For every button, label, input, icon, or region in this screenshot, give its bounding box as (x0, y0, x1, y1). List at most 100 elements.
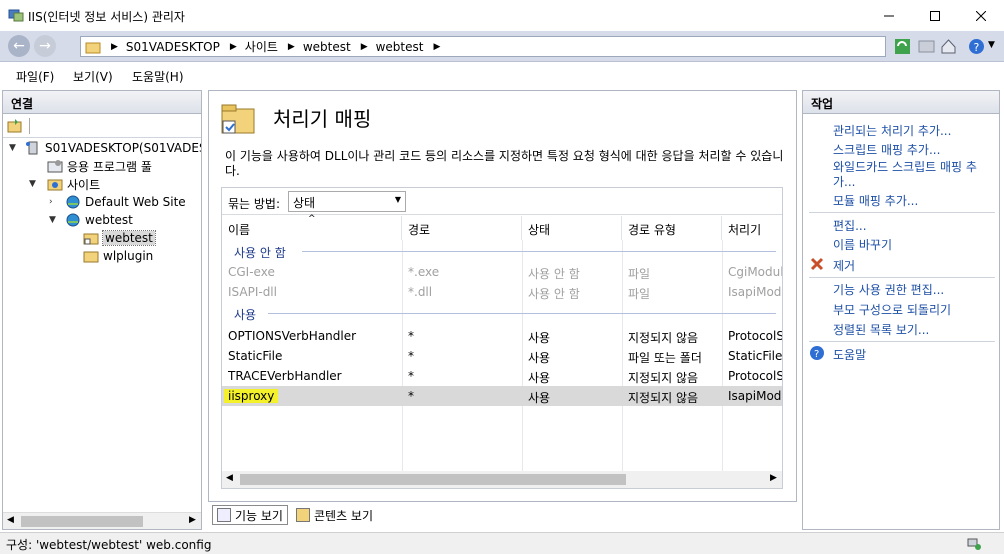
remove-x-icon (810, 257, 824, 271)
grid-horizontal-scrollbar[interactable]: ◀ ▶ (222, 471, 782, 488)
add-module-mapping-link[interactable]: 모듈 매핑 추가... (833, 192, 918, 209)
minimize-icon (884, 15, 894, 16)
table-row-selected[interactable]: iisproxy * 사용 지정되지 않음 IsapiModu (222, 386, 782, 406)
scrollbar-thumb[interactable] (21, 516, 143, 527)
table-row[interactable]: StaticFile * 사용 파일 또는 폴더 StaticFileM (222, 346, 782, 366)
view-tabs: 기능 보기 콘텐츠 보기 (208, 503, 797, 527)
close-icon (976, 10, 986, 21)
stop-icon[interactable] (918, 38, 935, 55)
group-header-disabled[interactable]: 사용 안 함 (234, 244, 286, 261)
revert-to-parent-link[interactable]: 부모 구성으로 되돌리기 (833, 301, 951, 318)
scrollbar-thumb[interactable] (240, 474, 626, 485)
actions-header: 작업 (803, 91, 999, 114)
forward-button[interactable]: → (34, 35, 56, 57)
toolbar-divider (29, 118, 30, 134)
tree-node-webtest-site[interactable]: webtest (65, 211, 133, 229)
tree-node-app-pools[interactable]: 응용 프로그램 풀 (47, 157, 152, 175)
scroll-left-icon[interactable]: ◀ (226, 473, 233, 483)
app-pool-icon (47, 160, 63, 173)
sort-ascending-icon: ^ (308, 214, 316, 224)
expand-icon[interactable]: › (49, 197, 53, 207)
home-icon[interactable] (940, 38, 957, 55)
menu-help[interactable]: 도움말(H) (132, 68, 184, 85)
folder-globe-icon (85, 42, 101, 53)
collapse-icon[interactable]: ▼ (49, 215, 56, 225)
maximize-button[interactable] (912, 0, 958, 31)
column-header-handler[interactable]: 처리기 (722, 216, 782, 240)
scroll-right-icon[interactable]: ▶ (770, 473, 777, 483)
edit-feature-permissions-link[interactable]: 기능 사용 권한 편집... (833, 281, 944, 298)
dropdown-arrow-icon: ▼ (394, 195, 401, 204)
feature-view-icon (217, 508, 231, 522)
breadcrumb-site[interactable]: webtest (303, 40, 351, 54)
breadcrumb-arrow-icon[interactable]: ▶ (230, 42, 237, 52)
svg-text:?: ? (814, 349, 819, 360)
tree-node-default-web-site[interactable]: Default Web Site (65, 193, 186, 211)
tree-node-sites[interactable]: 사이트 (47, 175, 100, 193)
table-row[interactable]: ISAPI-dll *.dll 사용 안 함 파일 IsapiModu (222, 282, 782, 302)
sites-folder-icon (47, 179, 63, 191)
add-wildcard-script-map-link-cont[interactable]: 가... (833, 173, 855, 190)
menu-file[interactable]: 파일(F) (16, 68, 54, 85)
remove-link[interactable]: 제거 (833, 257, 855, 274)
help-icon[interactable]: ? (968, 38, 985, 55)
column-header-name[interactable]: 이름 ^ (222, 214, 402, 240)
tree-node-webtest-app[interactable]: webtest (83, 229, 156, 247)
maximize-icon (930, 10, 940, 21)
breadcrumb-sites[interactable]: 사이트 (245, 38, 278, 55)
breadcrumb-arrow-icon[interactable]: ▶ (288, 42, 295, 52)
breadcrumb-server[interactable]: S01VADESKTOP (126, 40, 220, 54)
application-folder-icon (83, 233, 99, 245)
group-divider (268, 313, 776, 314)
window-title: IIS(인터넷 정보 서비스) 관리자 (28, 10, 185, 24)
handler-mappings-icon (221, 104, 255, 134)
column-header-path-type[interactable]: 경로 유형 (622, 216, 722, 240)
back-arrow-icon: ← (13, 38, 25, 54)
tab-content-view[interactable]: 콘텐츠 보기 (292, 505, 377, 525)
status-text: 구성: 'webtest/webtest' web.config (6, 538, 212, 552)
globe-icon (66, 213, 80, 227)
actions-pane: 작업 관리되는 처리기 추가... 스크립트 매핑 추가... 와일드카드 스크… (802, 90, 1000, 530)
feature-pane: 처리기 매핑 이 기능을 사용하여 DLL이나 관리 코드 등의 리소스를 지정… (208, 90, 797, 502)
connect-icon[interactable] (7, 118, 23, 134)
breadcrumb-app[interactable]: webtest (376, 40, 424, 54)
menu-bar: 파일(F) 보기(V) 도움말(H) (0, 62, 1004, 88)
group-by-select[interactable]: 상태 ▼ (288, 191, 406, 212)
collapse-icon[interactable]: ▼ (9, 143, 16, 153)
edit-link[interactable]: 편집... (833, 217, 867, 234)
back-button[interactable]: ← (8, 35, 30, 57)
column-header-path[interactable]: 경로 (402, 216, 522, 240)
help-icon: ? (810, 346, 824, 360)
breadcrumb-arrow-icon[interactable]: ▶ (111, 42, 118, 52)
actions-divider (809, 277, 995, 278)
address-breadcrumb[interactable]: ▶ S01VADESKTOP ▶ 사이트 ▶ webtest ▶ webtest… (80, 36, 886, 57)
add-script-map-link[interactable]: 스크립트 매핑 추가... (833, 141, 940, 158)
help-dropdown-icon[interactable]: ▼ (988, 40, 995, 50)
refresh-icon[interactable] (894, 38, 911, 55)
tab-feature-view[interactable]: 기능 보기 (212, 505, 288, 525)
table-row[interactable]: CGI-exe *.exe 사용 안 함 파일 CgiModul (222, 262, 782, 282)
breadcrumb-arrow-icon[interactable]: ▶ (433, 42, 440, 52)
table-row[interactable]: TRACEVerbHandler * 사용 지정되지 않음 ProtocolSu (222, 366, 782, 386)
help-link[interactable]: 도움말 (833, 346, 866, 363)
close-button[interactable] (958, 0, 1004, 31)
view-ordered-list-link[interactable]: 정렬된 목록 보기... (833, 321, 929, 338)
scroll-right-icon[interactable]: ▶ (189, 515, 196, 525)
menu-view[interactable]: 보기(V) (73, 68, 113, 85)
tree-node-wlplugin[interactable]: wlplugin (83, 247, 153, 265)
scroll-left-icon[interactable]: ◀ (7, 515, 14, 525)
connections-horizontal-scrollbar[interactable]: ◀ ▶ (3, 512, 201, 529)
server-icon (26, 141, 38, 155)
actions-divider (809, 341, 995, 342)
column-header-state[interactable]: 상태 (522, 216, 622, 240)
group-header-enabled[interactable]: 사용 (234, 306, 256, 323)
actions-divider (809, 212, 995, 213)
breadcrumb-arrow-icon[interactable]: ▶ (361, 42, 368, 52)
iis-app-icon (8, 9, 24, 22)
rename-link[interactable]: 이름 바꾸기 (833, 236, 892, 253)
table-row[interactable]: OPTIONSVerbHandler * 사용 지정되지 않음 Protocol… (222, 326, 782, 346)
tree-node-server[interactable]: S01VADESKTOP(S01VADESK (25, 139, 201, 157)
collapse-icon[interactable]: ▼ (29, 179, 36, 189)
minimize-button[interactable] (866, 0, 912, 31)
add-managed-handler-link[interactable]: 관리되는 처리기 추가... (833, 122, 951, 139)
